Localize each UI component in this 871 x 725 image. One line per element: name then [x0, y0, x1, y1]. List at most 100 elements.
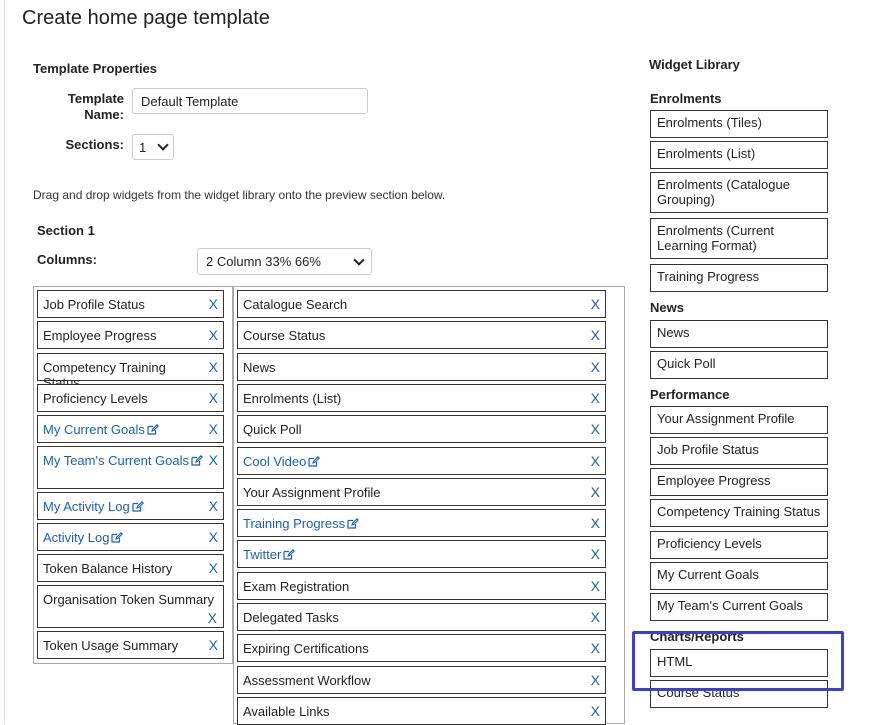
widget-job-profile-status[interactable]: Job Profile Status X [37, 290, 224, 318]
edit-icon[interactable] [132, 501, 144, 512]
widget-twitter[interactable]: Twitter X [237, 540, 606, 569]
widget-competency-training-status[interactable]: Competency Training Status X [37, 353, 224, 390]
section-title: Section 1 [37, 223, 95, 238]
library-widget-quick-poll[interactable]: Quick Poll [650, 351, 828, 379]
remove-widget-button[interactable]: X [209, 638, 218, 653]
widget-exam-registration[interactable]: Exam Registration X [237, 571, 606, 600]
widget-activity-log[interactable]: Activity Log X [37, 523, 224, 551]
widget-library-title: Widget Library [649, 57, 740, 72]
drag-drop-hint: Drag and drop widgets from the widget li… [33, 188, 446, 202]
remove-widget-button[interactable]: X [209, 499, 218, 514]
widget-label: Exam Registration [243, 578, 350, 594]
library-widget-my-current-goals[interactable]: My Current Goals [650, 562, 828, 590]
widget-enrolments-list[interactable]: Enrolments (List) X [237, 383, 606, 412]
remove-widget-button[interactable]: X [591, 359, 600, 375]
remove-widget-button[interactable]: X [591, 297, 600, 312]
library-group-performance: Performance [650, 387, 730, 402]
template-properties-heading: Template Properties [33, 61, 158, 76]
remove-widget-button[interactable]: X [209, 391, 218, 406]
widget-token-balance-history[interactable]: Token Balance History X [37, 554, 224, 582]
remove-widget-button[interactable]: X [208, 611, 217, 626]
remove-widget-button[interactable]: X [209, 360, 218, 375]
remove-widget-button[interactable]: X [591, 390, 600, 406]
library-group-enrolments: Enrolments [650, 91, 722, 106]
widget-label: Course Status [243, 328, 326, 344]
edit-icon[interactable] [347, 518, 360, 529]
widget-expiring-certifications[interactable]: Expiring Certifications X [237, 634, 606, 663]
widget-available-links[interactable]: Available Links X [237, 696, 606, 725]
widget-training-progress[interactable]: Training Progress X [237, 509, 606, 538]
edit-icon[interactable] [283, 549, 296, 560]
widget-catalogue-search[interactable]: Catalogue Search X [237, 290, 606, 318]
widget-label: Assessment Workflow [243, 672, 371, 688]
widget-proficiency-levels[interactable]: Proficiency Levels X [37, 384, 224, 412]
remove-widget-button[interactable]: X [591, 578, 600, 594]
widget-quick-poll[interactable]: Quick Poll X [237, 415, 606, 444]
remove-widget-button[interactable]: X [591, 641, 600, 656]
library-widget-proficiency-levels[interactable]: Proficiency Levels [650, 531, 828, 559]
page-left-border [4, 0, 5, 724]
remove-widget-button[interactable]: X [591, 328, 600, 343]
remove-widget-button[interactable]: X [591, 453, 600, 469]
widget-label: Catalogue Search [243, 297, 348, 312]
remove-widget-button[interactable]: X [591, 703, 600, 719]
remove-widget-button[interactable]: X [591, 672, 600, 688]
widget-my-activity-log[interactable]: My Activity Log X [37, 492, 224, 520]
widget-your-assignment-profile[interactable]: Your Assignment Profile X [237, 477, 606, 506]
edit-icon[interactable] [111, 532, 124, 543]
remove-widget-button[interactable]: X [591, 610, 600, 625]
library-widget-training-progress[interactable]: Training Progress [650, 264, 828, 292]
widget-label: Token Balance History [43, 561, 173, 576]
library-group-news: News [650, 300, 684, 315]
remove-widget-button[interactable]: X [209, 328, 218, 343]
widget-my-team-s-current-goals[interactable]: My Team's Current Goals X [37, 446, 224, 489]
widget-label: Employee Progress [43, 328, 157, 343]
library-widget-news[interactable]: News [650, 320, 828, 348]
widget-course-status[interactable]: Course Status X [237, 321, 606, 350]
columns-select[interactable]: 2 Column 33% 66% [197, 248, 372, 275]
library-widget-employee-progress[interactable]: Employee Progress [650, 468, 828, 496]
library-widget-competency-training-status[interactable]: Competency Training Status [650, 499, 828, 527]
template-name-label-line2: Name: [84, 107, 124, 122]
library-widget-enrolments-list[interactable]: Enrolments (List) [650, 141, 828, 169]
remove-widget-button[interactable]: X [209, 453, 218, 468]
sections-select[interactable]: 1 [132, 134, 174, 160]
library-widget-your-assignment-profile[interactable]: Your Assignment Profile [650, 406, 828, 434]
remove-widget-button[interactable]: X [591, 516, 600, 531]
widget-news[interactable]: News X [237, 352, 606, 381]
widget-label: My Current Goals [43, 422, 159, 437]
widget-label: Activity Log [43, 530, 124, 545]
widget-label: Proficiency Levels [43, 391, 148, 406]
columns-value: 2 Column 33% 66% [206, 254, 321, 269]
widget-my-current-goals[interactable]: My Current Goals X [37, 415, 224, 443]
widget-employee-progress[interactable]: Employee Progress X [37, 321, 224, 349]
widget-label: Organisation Token Summary [43, 592, 215, 607]
edit-icon[interactable] [308, 455, 321, 467]
template-name-label: Template Name: [60, 91, 124, 123]
edit-icon[interactable] [147, 424, 159, 435]
remove-widget-button[interactable]: X [591, 484, 600, 500]
library-widget-job-profile-status[interactable]: Job Profile Status [650, 437, 828, 465]
widget-organisation-token-summary[interactable]: Organisation Token Summary X [37, 585, 224, 628]
library-widget-enrolments-current-learning-format[interactable]: Enrolments (Current Learning Format) [650, 218, 828, 259]
remove-widget-button[interactable]: X [591, 547, 600, 562]
remove-widget-button[interactable]: X [209, 422, 218, 437]
remove-widget-button[interactable]: X [591, 422, 600, 437]
widget-cool-video[interactable]: Cool Video X [237, 446, 606, 475]
remove-widget-button[interactable]: X [209, 561, 218, 576]
library-widget-enrolments-catalogue-grouping[interactable]: Enrolments (Catalogue Grouping) [650, 172, 828, 213]
widget-label: My Team's Current Goals [43, 453, 203, 468]
edit-icon[interactable] [191, 455, 203, 466]
widget-token-usage-summary[interactable]: Token Usage Summary X [37, 631, 224, 659]
template-name-value: Default Template [141, 93, 239, 109]
widget-delegated-tasks[interactable]: Delegated Tasks X [237, 603, 606, 631]
remove-widget-button[interactable]: X [209, 297, 218, 312]
sections-value: 1 [139, 139, 147, 155]
template-name-label-line1: Template [67, 91, 124, 106]
library-widget-enrolments-tiles[interactable]: Enrolments (Tiles) [650, 110, 828, 138]
remove-widget-button[interactable]: X [209, 530, 218, 545]
template-name-input[interactable]: Default Template [132, 88, 368, 114]
library-widget-my-team-s-current-goals[interactable]: My Team's Current Goals [650, 593, 828, 621]
widget-label: Twitter [243, 547, 296, 562]
widget-assessment-workflow[interactable]: Assessment Workflow X [237, 665, 606, 694]
